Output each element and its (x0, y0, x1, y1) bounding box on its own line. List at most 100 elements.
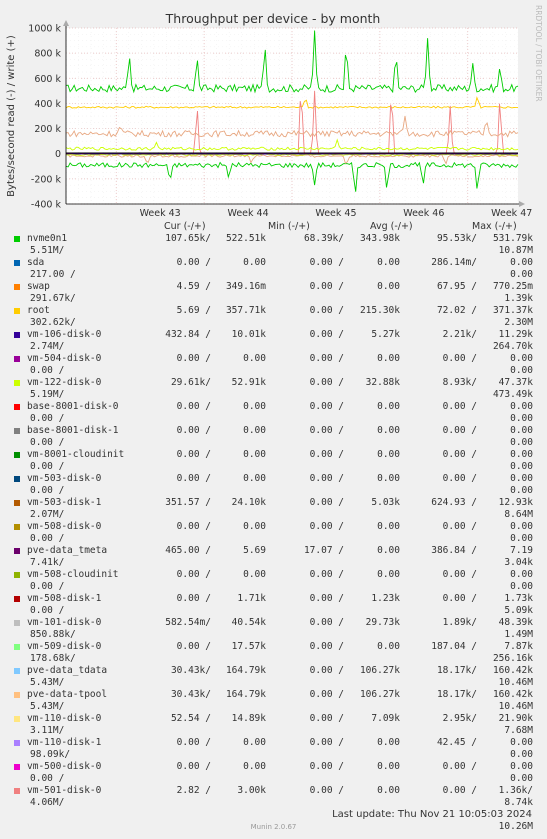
legend-max-read: 0.00 / (30, 437, 65, 448)
legend-max-write: 1.39k (504, 293, 533, 304)
x-tick-label: Week 45 (315, 208, 356, 219)
legend-row: vm-509-disk-0 0.00 / 17.57k 0.00 / 0.00 187.0… (0, 641, 547, 665)
legend-min-read: 0.00 / (309, 449, 344, 460)
y-tick-label: 800 k (34, 49, 61, 60)
legend-cur-write: 24.10k (231, 497, 266, 508)
legend-avg-write: 12.93k (498, 497, 533, 508)
legend-cur-write: 52.91k (231, 377, 266, 388)
legend-max-read: 0.00 / (30, 605, 65, 616)
legend-max-write: 473.49k (492, 389, 533, 400)
legend-avg-read: 0.00 / (442, 449, 477, 460)
x-tick-label: Week 44 (227, 208, 268, 219)
legend-header-avg: Avg (-/+) (370, 221, 413, 232)
legend-cur-write: 10.01k (231, 329, 266, 340)
legend-device-name: vm-8001-cloudinit (27, 449, 125, 460)
legend-device-name: vm-504-disk-0 (27, 353, 102, 364)
legend-device-name: vm-509-disk-0 (27, 641, 102, 652)
legend-min-write: 5.27k (371, 329, 400, 340)
legend-min-write: 0.00 (377, 449, 400, 460)
legend-max-read: 0.00 / (30, 365, 65, 376)
legend-cur-read: 29.61k/ (170, 377, 211, 388)
legend-max-write: 5.09k (504, 605, 533, 616)
legend-max-write: 10.46M (498, 677, 533, 688)
legend-row: vm-508-disk-0 0.00 /0.00 0.00 /0.00 0.00 /0… (0, 521, 547, 545)
legend-max-write: 0.00 (510, 269, 533, 280)
legend-max-write: 0.00 (510, 581, 533, 592)
y-ticks: 1000 k 800 k 600 k 400 k 200 k 0 -200 k -400 k (28, 24, 61, 211)
legend-device-name: vm-110-disk-1 (27, 737, 102, 748)
y-tick-label: -200 k (31, 174, 62, 185)
legend-cur-read: 432.84 / (165, 329, 211, 340)
legend-min-write: 0.00 (377, 281, 400, 292)
legend-avg-read: 187.04 / (431, 641, 477, 652)
legend-swatch (14, 332, 20, 338)
legend-max-read: 5.19M/ (30, 389, 65, 400)
legend-max-read: 217.00 / (30, 269, 76, 280)
legend-device-name: base-8001-disk-0 (27, 401, 119, 412)
legend-cur-read: 107.65k/ (165, 233, 211, 244)
x-tick-label: Week 46 (403, 208, 444, 219)
legend-row: vm-500-disk-0 0.00 /0.00 0.00 /0.00 0.00 /0… (0, 761, 547, 785)
legend-swatch (14, 428, 20, 434)
legend-swatch (14, 476, 20, 482)
legend-max-write: 0.00 (510, 437, 533, 448)
legend-avg-write: 371.37k (492, 305, 533, 316)
legend-row: pve-data-tpool 30.43k/164.79k 0.00 / 106.27… (0, 689, 547, 713)
legend-swatch (14, 380, 20, 386)
legend-cur-write: 0.00 (243, 737, 266, 748)
legend-max-read: 0.00 / (30, 533, 65, 544)
legend-avg-write: 531.79k (492, 233, 533, 244)
legend-max-write: 10.87M (498, 245, 533, 256)
legend-row: base-8001-disk-0 0.00 /0.00 0.00 /0.00 0.00… (0, 401, 547, 425)
legend-device-name: pve-data-tpool (27, 689, 108, 700)
legend-row: vm-503-disk-1 351.57 / 24.10k 0.00 / 5.03k 62… (0, 497, 547, 521)
legend-avg-read: 67.95 / (436, 281, 477, 292)
legend-min-write: 0.00 (377, 425, 400, 436)
legend-min-read: 0.00 / (309, 665, 344, 676)
legend-max-read: 3.11M/ (30, 725, 65, 736)
rrdtool-credit: RRDTOOL / TOBI OETIKER (534, 5, 543, 102)
legend-swatch (14, 572, 20, 578)
legend-avg-read: 286.14m/ (431, 257, 477, 268)
legend-avg-write: 47.37k (498, 377, 533, 388)
legend-avg-read: 8.93k/ (442, 377, 477, 388)
legend-max-write: 0.00 (510, 485, 533, 496)
legend-row: vm-101-disk-0 582.54m/40.54k 0.00 / 29.73k 1… (0, 617, 547, 641)
legend-avg-read: 2.95k/ (442, 713, 477, 724)
legend-device-name: vm-508-disk-1 (27, 593, 102, 604)
legend-min-read: 0.00 / (309, 617, 344, 628)
legend-cur-read: 0.00 / (176, 353, 211, 364)
legend-min-write: 0.00 (377, 545, 400, 556)
legend-min-write: 106.27k (359, 665, 400, 676)
legend-avg-read: 0.00 / (442, 521, 477, 532)
legend-min-write: 215.30k (359, 305, 400, 316)
legend-cur-write: 0.00 (243, 401, 266, 412)
y-tick-label: 600 k (34, 74, 61, 85)
legend-swatch (14, 308, 20, 314)
y-axis-label: Bytes/second read (-) / write (+) (6, 35, 17, 197)
legend-cur-read: 0.00 / (176, 569, 211, 580)
legend-avg-write: 0.00 (510, 761, 533, 772)
legend-swatch (14, 548, 20, 554)
legend-row: vm-8001-cloudinit 0.00 /0.00 0.00 /0.00 0.0… (0, 449, 547, 473)
legend-avg-read: 18.17k/ (436, 689, 477, 700)
legend-max-write: 1.49M (504, 629, 533, 640)
legend-cur-read: 0.00 / (176, 737, 211, 748)
legend-cur-read: 52.54 / (170, 713, 211, 724)
legend-avg-write: 160.42k (492, 689, 533, 700)
legend-min-write: 0.00 (377, 473, 400, 484)
legend-min-write: 106.27k (359, 689, 400, 700)
legend-min-read: 0.00 / (309, 785, 344, 796)
legend-min-write: 0.00 (377, 761, 400, 772)
legend-row: vm-122-disk-0 29.61k/52.91k 0.00 / 32.88k 8.… (0, 377, 547, 401)
y-tick-label: -400 k (31, 200, 62, 211)
legend-cur-write: 40.54k (231, 617, 266, 628)
legend-device-name: vm-508-disk-0 (27, 521, 102, 532)
legend-swatch (14, 452, 20, 458)
legend-max-write: 10.46M (498, 701, 533, 712)
legend-avg-read: 0.00 / (442, 569, 477, 580)
legend-max-write: 0.00 (510, 413, 533, 424)
legend-avg-read: 0.00 / (442, 353, 477, 364)
legend-max-write: 2.30M (504, 317, 533, 328)
legend-row: vm-508-disk-1 0.00 /1.71k 0.00 /1.23k 0.00 … (0, 593, 547, 617)
